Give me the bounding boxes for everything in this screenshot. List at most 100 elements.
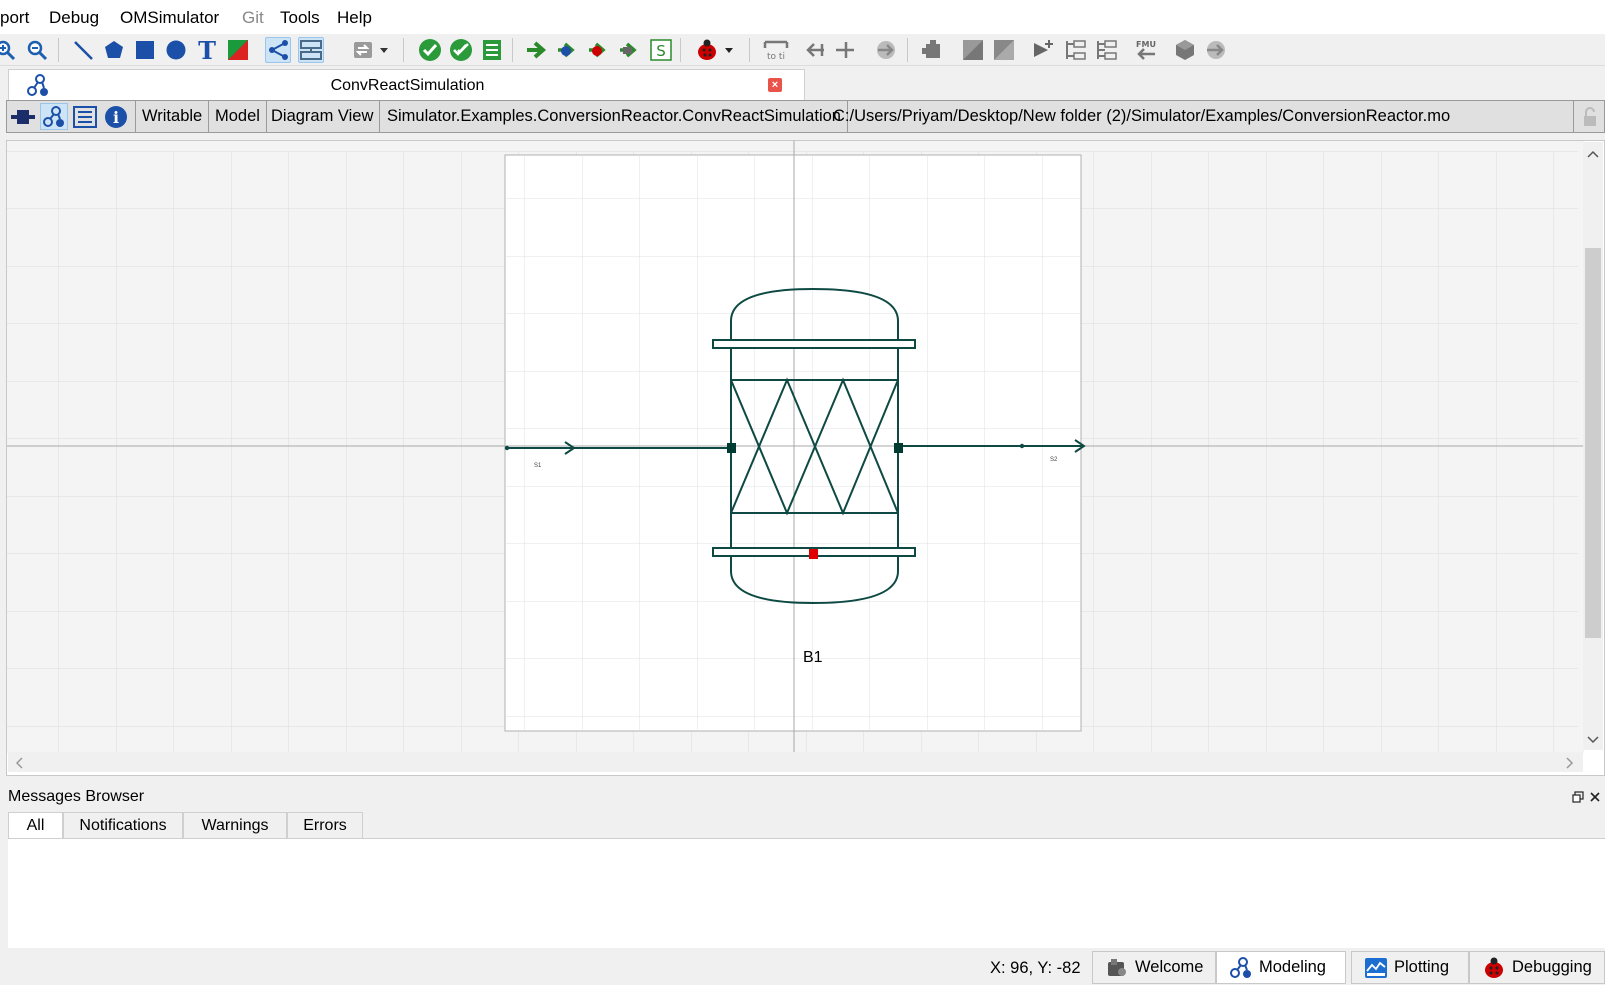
check-all-models-icon[interactable]: [448, 37, 474, 63]
connect-mode-icon[interactable]: [265, 37, 291, 63]
undock-icon[interactable]: [1572, 790, 1584, 808]
plugin-icon[interactable]: [920, 37, 946, 63]
modeling-label: Modeling: [1259, 958, 1326, 976]
model-info-bar: i Writable Model Diagram View Simulator.…: [6, 100, 1605, 133]
document-tab-bar: ConvReactSimulation ×: [0, 67, 1605, 100]
plotting-icon: [1364, 957, 1388, 979]
svg-text:FMU: FMU: [1136, 40, 1156, 49]
tab-warnings[interactable]: Warnings: [183, 812, 287, 839]
tab-title: ConvReactSimulation: [330, 77, 485, 94]
transition-mode-icon[interactable]: [298, 37, 324, 63]
menu-bar: port Debug OMSimulator Git Tools Help: [0, 0, 1605, 34]
horizontal-scrollbar[interactable]: [8, 752, 1583, 772]
zoom-out-icon[interactable]: [24, 37, 50, 63]
menu-tools[interactable]: Tools: [280, 8, 320, 28]
messages-browser-titlebar: Messages Browser: [0, 784, 1605, 810]
simulate-with-animation-icon[interactable]: [617, 37, 643, 63]
rectangle-shape-icon[interactable]: [132, 37, 158, 63]
instantiate-model-icon[interactable]: [479, 37, 505, 63]
debugging-perspective-button[interactable]: Debugging: [1469, 951, 1605, 984]
documentation-view-icon[interactable]: i: [102, 103, 130, 130]
menu-omsimulator[interactable]: OMSimulator: [120, 8, 219, 28]
vertical-scroll-thumb[interactable]: [1585, 248, 1601, 638]
simulation-setup-icon[interactable]: S: [648, 37, 674, 63]
debugging-label: Debugging: [1512, 958, 1592, 976]
toolbar-separator: [907, 38, 908, 62]
svg-text:S: S: [656, 42, 666, 60]
toolbar-separator: [680, 38, 681, 62]
simulate-with-transformational-debugger-icon[interactable]: [555, 37, 581, 63]
outlet-point: [1019, 443, 1025, 449]
restriction-label: Model: [209, 101, 267, 132]
scroll-down-icon[interactable]: [1586, 732, 1600, 750]
connect-back-icon[interactable]: [803, 37, 829, 63]
toolbar-separator: [58, 38, 59, 62]
welcome-perspective-button[interactable]: Welcome: [1092, 951, 1216, 984]
energy-port[interactable]: [809, 549, 818, 559]
add-system-icon[interactable]: [1030, 37, 1056, 63]
modeling-perspective-button[interactable]: Modeling: [1216, 951, 1346, 984]
menu-import[interactable]: port: [0, 8, 29, 28]
bitmap-shape-icon[interactable]: [225, 37, 251, 63]
simulate-with-algorithmic-debugger-icon[interactable]: [586, 37, 612, 63]
fetch-interface-icon[interactable]: [873, 37, 899, 63]
export-svg-icon[interactable]: [991, 37, 1017, 63]
close-tab-icon[interactable]: ×: [768, 78, 782, 92]
tab-errors[interactable]: Errors: [287, 812, 363, 839]
add-subsystem-icon[interactable]: [1063, 37, 1089, 63]
zoom-in-icon[interactable]: [0, 37, 18, 63]
inlet-point: [504, 445, 510, 451]
plotting-label: Plotting: [1394, 958, 1450, 976]
import-fmu-icon[interactable]: FMU: [1133, 37, 1159, 63]
menu-help[interactable]: Help: [337, 8, 372, 28]
access-label: Writable: [135, 101, 210, 132]
package-icon[interactable]: [1172, 37, 1198, 63]
menu-debug[interactable]: Debug: [49, 8, 99, 28]
toolbar-separator: [749, 38, 750, 62]
diagram-canvas[interactable]: S1 S2 B1: [6, 140, 1605, 776]
scroll-left-icon[interactable]: [14, 756, 24, 775]
tab-all[interactable]: All: [8, 812, 63, 841]
vertical-scrollbar[interactable]: [1583, 142, 1603, 750]
lock-icon[interactable]: [1573, 101, 1605, 132]
scroll-up-icon[interactable]: [1586, 146, 1600, 164]
add-connector-icon[interactable]: [1094, 37, 1120, 63]
model-file-path: C:/Users/Priyam/Desktop/New folder (2)/S…: [833, 107, 1451, 125]
align-interfaces-icon[interactable]: to ti: [763, 37, 789, 63]
model-class-name: Simulator.Examples.ConversionReactor.Con…: [381, 101, 848, 132]
toolbar-separator: [512, 38, 513, 62]
debugger-dropdown-icon[interactable]: [695, 37, 739, 63]
outlet-port[interactable]: [894, 443, 903, 453]
menu-git[interactable]: Git: [242, 8, 264, 28]
outlet-stream-label: S2: [1050, 457, 1058, 463]
inlet-stream-label: S1: [534, 463, 542, 469]
switch-view-dropdown-icon[interactable]: [352, 37, 392, 63]
tab-conv-react-simulation[interactable]: ConvReactSimulation ×: [8, 69, 805, 100]
welcome-label: Welcome: [1135, 958, 1204, 976]
terminal-icon[interactable]: [1203, 37, 1229, 63]
export-image-icon[interactable]: [960, 37, 986, 63]
component-name-label: B1: [803, 649, 823, 666]
scroll-right-icon[interactable]: [1565, 756, 1575, 775]
inlet-port[interactable]: [727, 443, 736, 453]
simulate-icon[interactable]: [524, 37, 550, 63]
line-shape-icon[interactable]: [70, 37, 96, 63]
ellipse-shape-icon[interactable]: [163, 37, 189, 63]
plotting-perspective-button[interactable]: Plotting: [1351, 951, 1469, 984]
close-icon[interactable]: [1589, 790, 1601, 808]
main-toolbar: T S to ti FMU: [0, 34, 1605, 66]
welcome-icon: [1105, 957, 1129, 979]
svg-text:i: i: [113, 108, 119, 127]
cursor-coordinates: X: 96, Y: -82: [990, 959, 1081, 977]
tab-notifications[interactable]: Notifications: [63, 812, 183, 839]
text-shape-icon[interactable]: T: [194, 37, 220, 63]
icon-view-icon[interactable]: [9, 103, 37, 130]
toolbar-separator: [403, 38, 404, 62]
polygon-shape-icon[interactable]: [101, 37, 127, 63]
check-model-icon[interactable]: [417, 37, 443, 63]
messages-list[interactable]: [8, 838, 1605, 948]
connect-forward-icon[interactable]: [833, 37, 859, 63]
text-view-icon[interactable]: [71, 103, 99, 130]
diagram-view-icon[interactable]: [40, 103, 68, 130]
status-bar: X: 96, Y: -82 Welcome Modeling Plotting …: [0, 950, 1605, 985]
